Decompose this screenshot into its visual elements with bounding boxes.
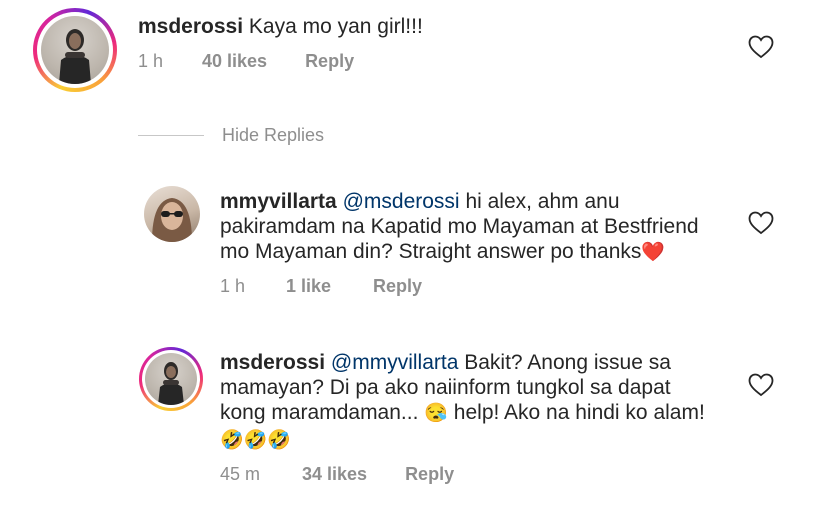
avatar [41,16,109,84]
reply-text-line: Bakit? Anong issue sa [464,351,671,374]
hide-replies-toggle[interactable]: Hide Replies [138,125,324,146]
reply-button[interactable]: Reply [373,276,422,297]
avatar [145,353,197,405]
rofl-emoji-row: 🤣🤣🤣 [220,430,291,451]
reply-likes[interactable]: 34 likes [302,464,367,485]
reply-username[interactable]: msderossi [220,351,325,374]
reply-time: 45 m [220,464,261,484]
comment-username[interactable]: msderossi [138,15,243,38]
reply-text-line: mo Mayaman din? Straight answer po thank… [220,240,642,263]
reply-text-line: mamayan? Di pa ako naiinform tungkol sa … [220,376,671,399]
reply-button[interactable]: Reply [405,464,454,485]
heart-outline-icon[interactable] [748,373,774,397]
heart-outline-icon[interactable] [748,35,774,59]
person-portrait-icon [152,198,192,242]
reply-time: 1 h [220,276,246,296]
reply-text-line: help! Ako na hindi ko alam! [453,401,705,424]
hide-replies-label[interactable]: Hide Replies [222,125,324,146]
reply-text-line: hi alex, ahm anu [465,190,620,213]
avatar[interactable] [144,186,200,242]
reply-likes[interactable]: 1 like [286,276,331,297]
divider-line [138,134,204,137]
reply-text-line: pakiramdam na Kapatid mo Mayaman at Best… [220,215,699,238]
reply-text-line: kong maramdaman... [220,401,419,424]
comment-time: 1 h [138,51,164,71]
comment-likes[interactable]: 40 likes [202,51,267,72]
reply-mention-link[interactable]: @msderossi [343,190,460,213]
comment-text: Kaya mo yan girl!!! [248,15,423,38]
heart-outline-icon[interactable] [748,211,774,235]
sleepy-face-emoji: 😪 [424,403,448,424]
avatar-story-ring[interactable] [139,347,203,411]
person-figure-icon [59,29,91,84]
reply-mention-link[interactable]: @mmyvillarta [331,351,459,374]
avatar-story-ring[interactable] [33,8,117,92]
red-heart-emoji: ❤️ [641,242,666,263]
reply-button[interactable]: Reply [305,51,354,72]
person-figure-icon [158,362,184,405]
reply-username[interactable]: mmyvillarta [220,190,337,213]
